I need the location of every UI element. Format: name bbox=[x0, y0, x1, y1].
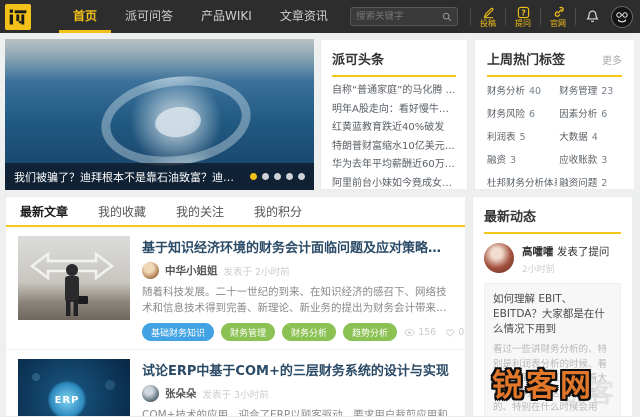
article-tag[interactable]: 基础财务知识 bbox=[142, 323, 215, 341]
user-avatar[interactable] bbox=[611, 5, 633, 28]
hot-tag[interactable]: 大数据 4 bbox=[559, 129, 622, 143]
articles-tabbar: 最新文章 我的收藏 我的关注 我的积分 bbox=[6, 197, 465, 225]
activity-user-name[interactable]: 高嚯嚯 bbox=[522, 246, 554, 258]
svg-text:?: ? bbox=[521, 8, 526, 17]
article-thumbnail[interactable] bbox=[18, 236, 130, 320]
article-row: 基于知识经济环境的财务会计面临问题及应对策略分析 中华小姐姐 发表于 2小时前 … bbox=[6, 227, 465, 349]
more-link[interactable]: 更多 bbox=[602, 52, 622, 67]
accent-divider bbox=[332, 75, 456, 77]
bell-icon bbox=[586, 10, 599, 23]
carousel-dot[interactable] bbox=[298, 173, 305, 180]
nav-item-home[interactable]: 首页 bbox=[59, 0, 112, 33]
carousel-dot[interactable] bbox=[262, 173, 269, 180]
activity-action: 发表了提问 bbox=[556, 246, 610, 258]
carousel-dot[interactable] bbox=[286, 173, 293, 180]
submit-post-button[interactable]: 投稿 bbox=[471, 6, 505, 28]
carousel-dot[interactable] bbox=[274, 173, 281, 180]
article-stats: 156 0 bbox=[404, 327, 465, 338]
pen-icon bbox=[483, 7, 493, 18]
tab-my-favorites[interactable]: 我的收藏 bbox=[98, 203, 146, 220]
search-icon bbox=[442, 12, 452, 21]
headline-link[interactable]: 华为去年平均薪酬近60万 平均… bbox=[332, 156, 456, 175]
headline-link[interactable]: 红黄蓝教育跌近40%破发 bbox=[332, 119, 456, 138]
article-tag[interactable]: 趋势分析 bbox=[343, 323, 398, 341]
headlines-title: 派可头条 bbox=[332, 53, 385, 68]
avatar-face-icon bbox=[616, 11, 628, 22]
search-box[interactable] bbox=[350, 7, 458, 26]
link-icon bbox=[554, 6, 564, 17]
article-title[interactable]: 试论ERP中基于COM+的三层财务系统的设计与实现 bbox=[142, 360, 453, 379]
main-menu: 首页 派可问答 产品WIKI 文章资讯 bbox=[59, 0, 342, 33]
site-logo[interactable] bbox=[5, 3, 31, 30]
hot-tag[interactable]: 应收账款 3 bbox=[559, 152, 622, 166]
tab-my-points[interactable]: 我的积分 bbox=[254, 203, 302, 220]
hand-graphic bbox=[32, 373, 115, 390]
nav-item-qa[interactable]: 派可问答 bbox=[111, 0, 187, 33]
activity-question-card[interactable]: 如何理解 EBIT、EBITDA？大家都是在什么情况下用到 看过一些讲财务分析的… bbox=[484, 283, 621, 416]
article-row: ERP 试论ERP中基于COM+的三层财务系统的设计与实现 张朵朵 发表于 3小… bbox=[6, 349, 465, 417]
question-title[interactable]: 如何理解 EBIT、EBITDA？大家都是在什么情况下用到 bbox=[493, 292, 612, 337]
article-title[interactable]: 基于知识经济环境的财务会计面临问题及应对策略分析 bbox=[142, 237, 453, 256]
man-arrows-graphic bbox=[29, 251, 115, 316]
headline-link[interactable]: 自称“普通家庭”的马化腾 真实… bbox=[332, 82, 456, 101]
tag-grid: 财务分析 40 财务管理 23 财务风险 6 因素分析 6 利润表 5 大数据 4 融资 3 … bbox=[487, 83, 622, 189]
logo-glyph-icon bbox=[9, 9, 27, 24]
views-stat: 156 bbox=[404, 327, 436, 338]
ask-question-button[interactable]: ? 提问 bbox=[506, 6, 540, 28]
carousel-caption[interactable]: 我们被骗了？迪拜根本不是靠石油致富？迪拜… bbox=[14, 169, 242, 185]
post-time: 发表于 2小时前 bbox=[223, 266, 290, 278]
activity-time: 2小时前 bbox=[522, 265, 555, 275]
article-excerpt: COM+技术的应用、迎合了ERP以顾客驱动、要求用户裁剪应用和易用性要求、有效地… bbox=[142, 409, 448, 417]
hot-tag[interactable]: 因素分析 6 bbox=[559, 106, 622, 120]
activity-item: 高嚯嚯 发表了提问 2小时前 如何理解 EBIT、EBITDA？大家都是在什么情… bbox=[484, 243, 621, 416]
article-tag[interactable]: 财务分析 bbox=[282, 323, 337, 341]
article-tag[interactable]: 财务管理 bbox=[221, 323, 276, 341]
hot-tag[interactable]: 财务管理 23 bbox=[559, 83, 622, 97]
post-time: 发表于 3小时前 bbox=[202, 389, 269, 401]
accent-divider bbox=[484, 232, 621, 234]
search-input[interactable] bbox=[356, 11, 442, 22]
eye-icon bbox=[404, 328, 415, 336]
hot-tags-title: 上周热门标签 bbox=[487, 53, 566, 68]
hot-tag[interactable]: 杜邦财务分析体系2 bbox=[487, 175, 557, 189]
nav-item-wiki[interactable]: 产品WIKI bbox=[187, 0, 266, 33]
heart-icon bbox=[446, 328, 455, 337]
hot-tags-panel: 上周热门标签 更多 财务分析 40 财务管理 23 财务风险 6 因素分析 6 利润表 5… bbox=[474, 39, 635, 190]
carousel-dots bbox=[250, 173, 305, 180]
hot-tag[interactable]: 利润表 5 bbox=[487, 129, 557, 143]
question-body: 看过一些讲财务分析的、特别是利润表分析的时候、看到有提到这些概念、看看大家是如何… bbox=[493, 344, 608, 413]
hero-carousel[interactable]: 我们被骗了？迪拜根本不是靠石油致富？迪拜… bbox=[5, 39, 314, 190]
carousel-dot[interactable] bbox=[250, 173, 257, 180]
author-avatar[interactable] bbox=[142, 385, 159, 402]
articles-panel: 最新文章 我的收藏 我的关注 我的积分 基于知识经济环境的财务会计面临问题及应对… bbox=[5, 196, 466, 417]
official-site-button[interactable]: 官网 bbox=[541, 6, 575, 28]
headlines-panel: 派可头条 自称“普通家庭”的马化腾 真实… 明年A股走向：看好慢牛行情 聚… 红… bbox=[320, 39, 468, 190]
author-name[interactable]: 张朵朵 bbox=[165, 386, 197, 401]
question-icon: ? bbox=[517, 6, 529, 18]
headline-link[interactable]: 明年A股走向：看好慢牛行情 聚… bbox=[332, 101, 456, 120]
hot-tag[interactable]: 财务风险 6 bbox=[487, 106, 557, 120]
top-navbar: 首页 派可问答 产品WIKI 文章资讯 投稿 ? 提问 官网 bbox=[0, 0, 640, 33]
nav-item-news[interactable]: 文章资讯 bbox=[266, 0, 342, 33]
likes-stat: 0 bbox=[445, 327, 464, 338]
notifications-button[interactable] bbox=[576, 9, 609, 24]
author-avatar[interactable] bbox=[142, 262, 159, 279]
hot-tag[interactable]: 融资问题 2 bbox=[559, 175, 622, 189]
activity-panel: 最新动态 高嚯嚯 发表了提问 2小时前 如何理解 EBIT、EBITDA？大家都… bbox=[472, 196, 633, 417]
carousel-caption-bar: 我们被骗了？迪拜根本不是靠石油致富？迪拜… bbox=[5, 163, 314, 190]
headline-link[interactable]: 阿里前台小妹如今竟成女总裁，只… bbox=[332, 175, 456, 190]
hot-tag[interactable]: 财务分析 40 bbox=[487, 83, 557, 97]
headline-link[interactable]: 特朗普财富缩水10亿美元 排名… bbox=[332, 138, 456, 157]
activity-user-avatar[interactable] bbox=[484, 243, 514, 273]
article-excerpt: 随着科技发展。二十一世纪的到来、在知识经济的感召下、网络技术和信息技术得到完善、… bbox=[142, 286, 447, 314]
accent-divider bbox=[487, 75, 622, 77]
article-thumbnail[interactable]: ERP bbox=[18, 359, 130, 416]
hot-tag[interactable]: 融资 3 bbox=[487, 152, 557, 166]
tab-my-follows[interactable]: 我的关注 bbox=[176, 203, 224, 220]
activity-title: 最新动态 bbox=[484, 210, 537, 225]
author-name[interactable]: 中华小姐姐 bbox=[165, 263, 218, 278]
tab-latest-articles[interactable]: 最新文章 bbox=[20, 203, 68, 220]
